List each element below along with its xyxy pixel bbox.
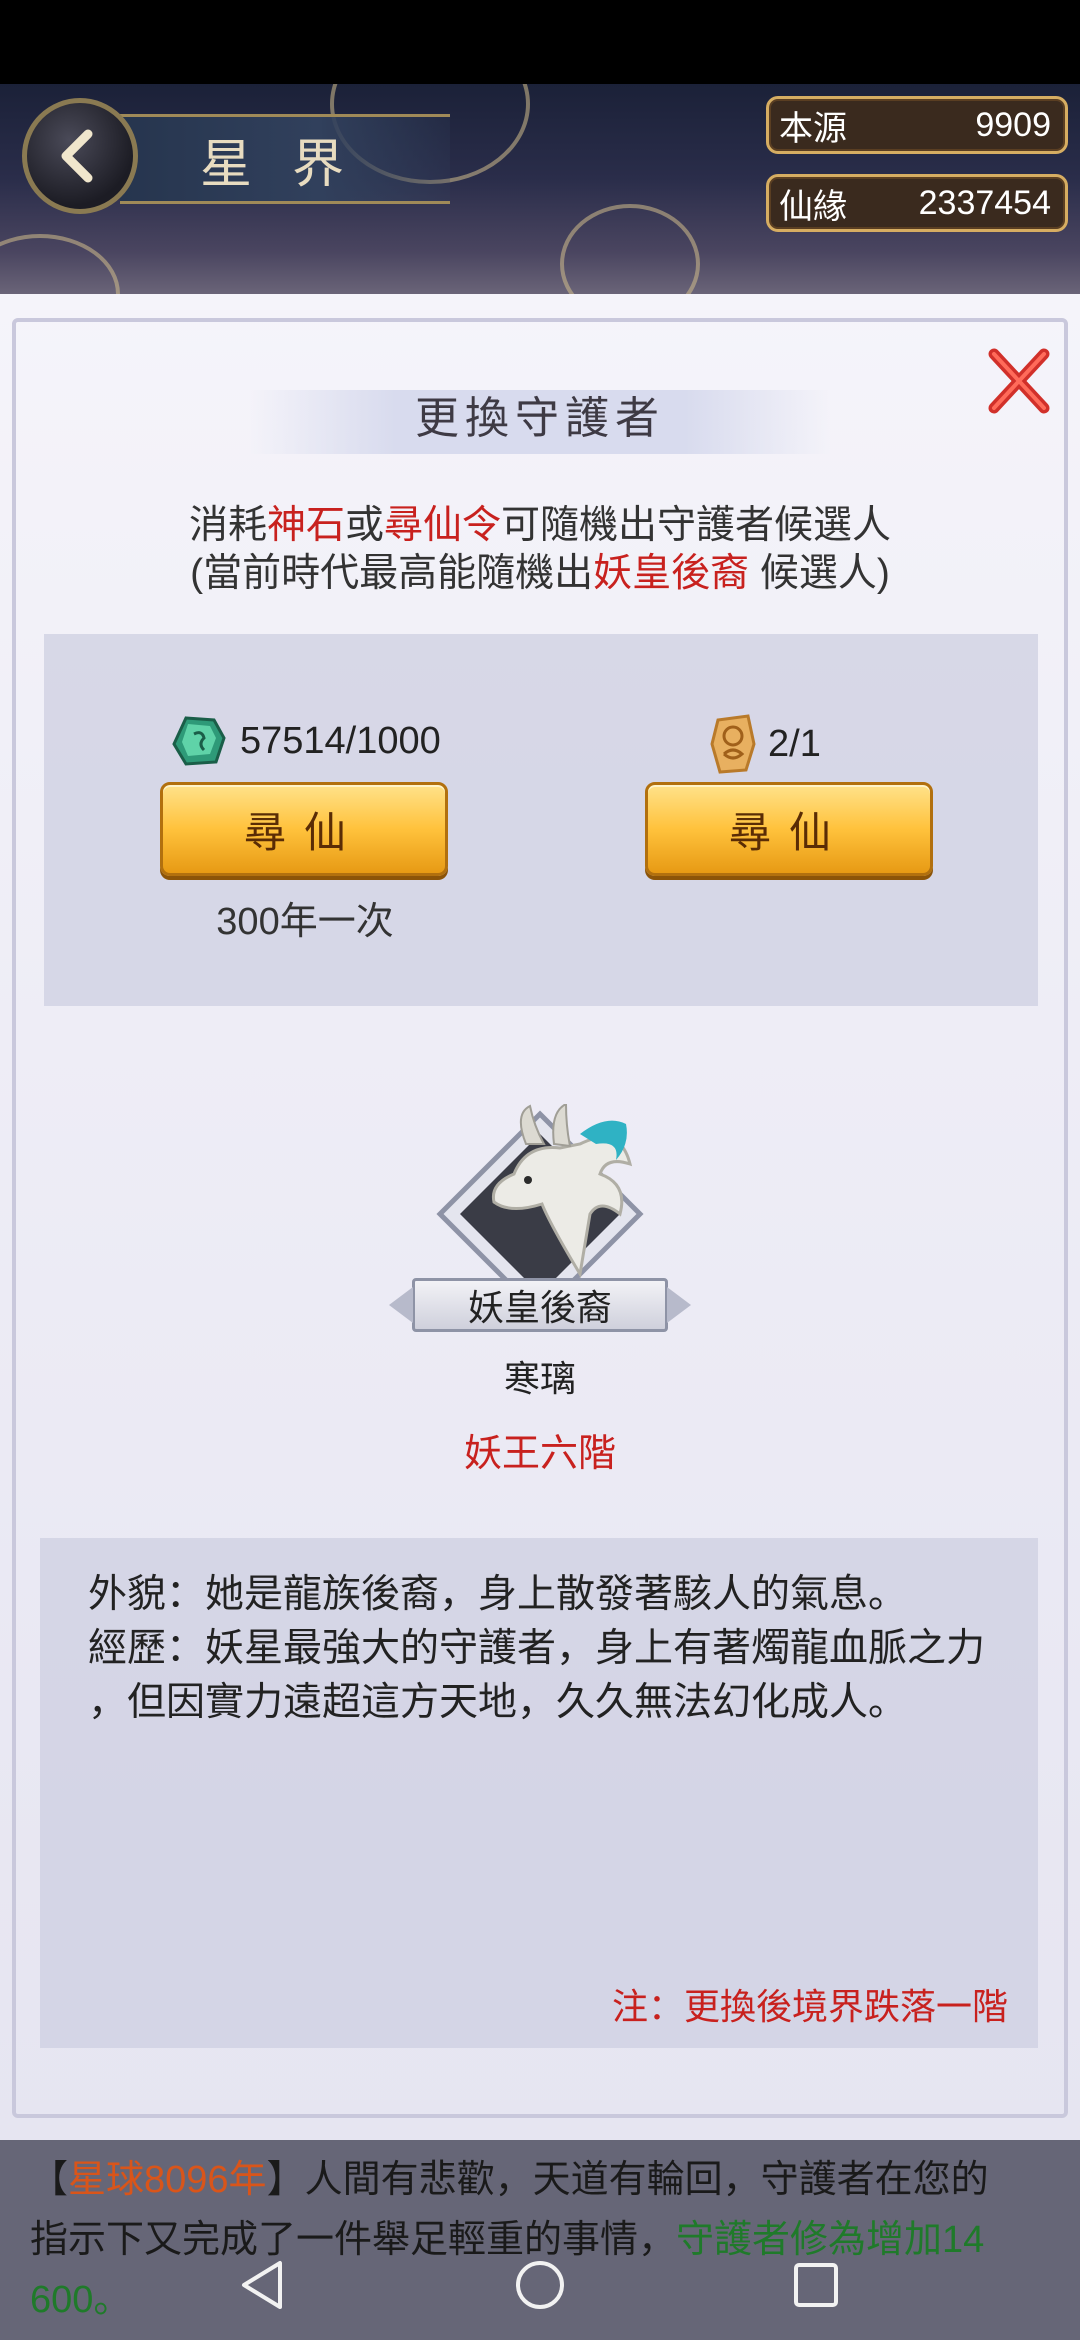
candidate-type-tag: 妖皇後裔 (389, 1278, 691, 1332)
spirit-stone-icon (172, 716, 226, 766)
decor-swirl (0, 234, 120, 294)
msg-text: 】人間有悲歡，天道有輪回，守護者在您的 (266, 2159, 989, 2201)
status-bar (0, 0, 1080, 84)
close-icon[interactable] (984, 346, 1054, 416)
desc-text: 消耗 (188, 504, 267, 547)
desc-text: 或 (344, 504, 384, 547)
system-nav-bar (0, 2230, 1080, 2340)
resource-benyuan: 本源 9909 (766, 96, 1068, 154)
seek-cooldown-note: 300年一次 (216, 901, 394, 943)
desc-text: 候選人) (749, 552, 890, 595)
dialog-title: 更換守護者 (415, 393, 665, 444)
downgrade-warning: 注：更換後境界跌落一階 (611, 1986, 1008, 2027)
resource-label: 本源 (779, 109, 847, 148)
nav-back-icon[interactable] (236, 2257, 292, 2313)
seek-with-stone-button[interactable]: 尋仙 (160, 782, 448, 876)
top-bar: 星界 本源 9909 仙緣 2337454 (0, 84, 1080, 294)
stone-cost-value: 57514/1000 (240, 719, 441, 762)
event-message-line-1: 【星球8096年】人間有悲歡，天道有輪回，守護者在您的 (30, 2150, 1070, 2210)
token-cost-value: 2/1 (768, 722, 821, 765)
description-line-2: (當前時代最高能隨機出妖皇後裔 候選人) (0, 542, 1080, 598)
bio-history-cont: ，但因實力遠超這方天地，久久無法幻化成人。 (88, 1681, 908, 1724)
decor-swirl (560, 204, 700, 294)
desc-text: 可隨機出守護者候選人 (501, 504, 892, 547)
bio-appearance: 外貌：她是龍族後裔，身上散發著駭人的氣息。 (88, 1573, 908, 1616)
back-arrow-icon (61, 129, 93, 183)
change-guardian-dialog: 更換守護者 消耗神石或尋仙令可隨機出守護者候選人 (當前時代最高能隨機出妖皇後裔… (0, 294, 1080, 2140)
desc-highlight: 妖皇後裔 (593, 552, 750, 595)
desc-highlight: 尋仙令 (384, 504, 502, 547)
page-title-plate: 星界 (120, 114, 450, 204)
desc-highlight: 神石 (266, 504, 345, 547)
page-title: 星界 (200, 134, 385, 195)
back-button[interactable] (22, 98, 138, 214)
msg-year: 星球8096年 (68, 2159, 267, 2201)
desc-text: (當前時代最高能隨機出 (190, 552, 594, 595)
msg-text: 【 (30, 2159, 69, 2201)
resource-label: 仙緣 (779, 187, 847, 226)
nav-home-icon[interactable] (512, 2257, 568, 2313)
seek-token-icon (710, 714, 756, 774)
resource-value: 9909 (975, 105, 1051, 144)
token-cost: 2/1 (708, 714, 821, 774)
resource-xianyuan: 仙緣 2337454 (766, 174, 1068, 232)
stone-cost: 57514/1000 (172, 714, 441, 768)
resource-value: 2337454 (918, 183, 1051, 222)
nav-recent-icon[interactable] (788, 2257, 844, 2313)
seek-with-token-button[interactable]: 尋仙 (645, 782, 933, 876)
candidate-name: 寒璃 (503, 1358, 576, 1399)
bio-history: 經歷：妖星最強大的守護者，身上有著燭龍血脈之力 (88, 1627, 986, 1670)
candidate-rank: 妖王六階 (463, 1433, 616, 1475)
